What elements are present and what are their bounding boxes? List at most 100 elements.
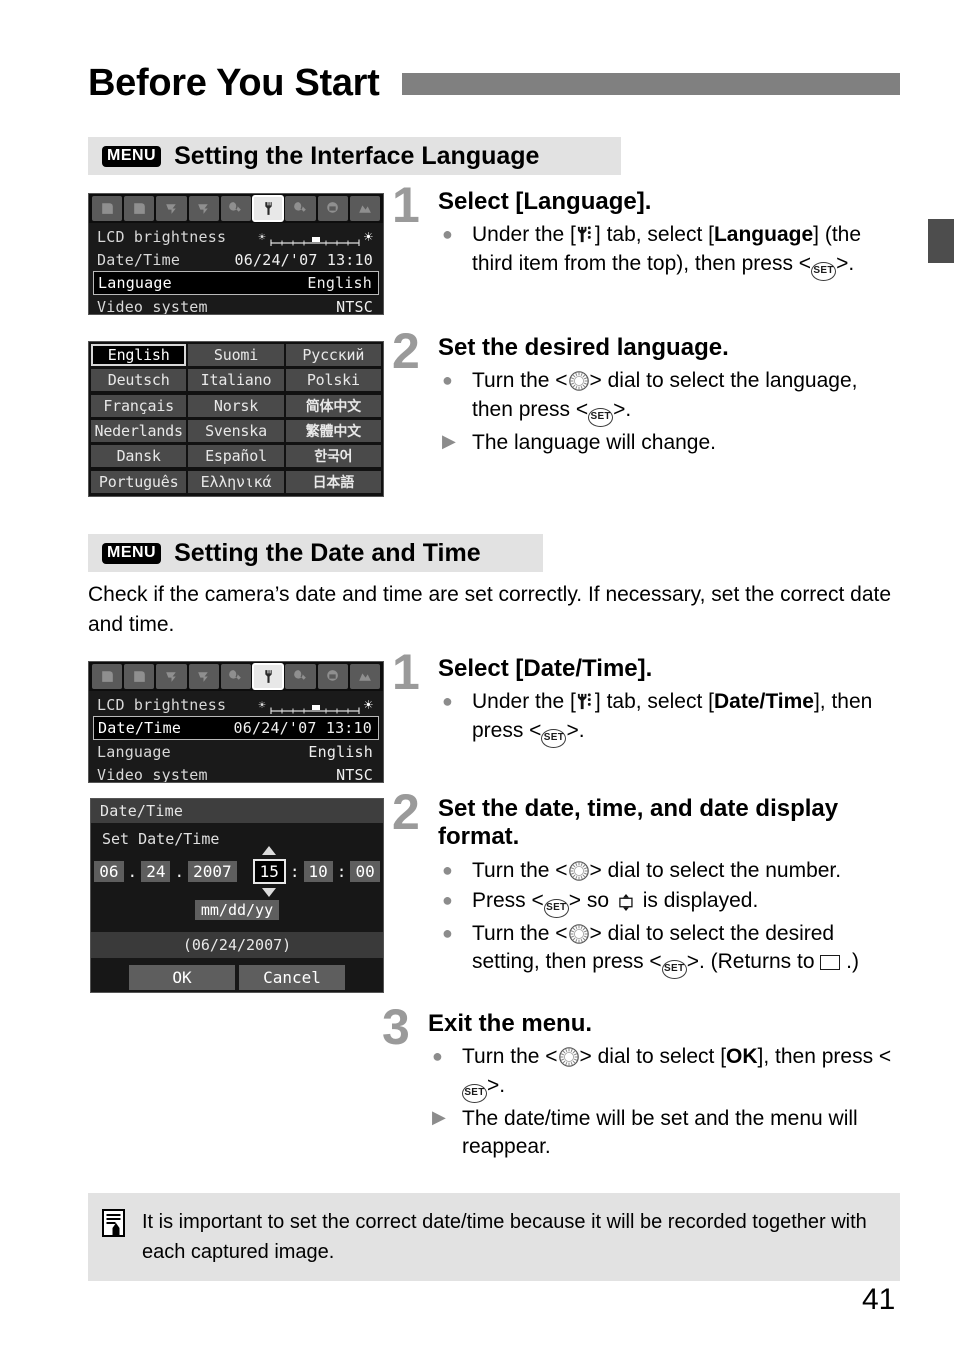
setup1-icon — [229, 202, 242, 212]
lcd-row-label: Video system — [97, 765, 208, 783]
mymenu-icon — [359, 205, 372, 213]
date-preview: (06/24/2007) — [91, 932, 383, 958]
lcd-tab-playback1-icon[interactable] — [156, 196, 187, 221]
lcd-row-label: Video system — [97, 297, 208, 315]
lcd-tab-custom-icon[interactable] — [317, 664, 348, 689]
bullet-item: ▶ The date/time will be set and the menu … — [432, 1106, 858, 1158]
language-option[interactable]: Français — [91, 394, 187, 417]
language-option[interactable]: 한국어 — [285, 445, 381, 468]
lcd-tab-setup1-icon[interactable] — [220, 664, 252, 689]
chapter-rule — [401, 72, 900, 95]
custom-icon — [327, 670, 339, 681]
lcd-tab-setup2-icon[interactable] — [252, 195, 285, 222]
language-option[interactable]: Polski — [285, 369, 381, 392]
lcd-row-value: 06/24/'07 13:10 — [233, 719, 372, 737]
lcd-row-label: Date/Time — [98, 719, 182, 737]
emphasis-text: Language — [713, 223, 814, 247]
result-arrow-icon: ▶ — [442, 430, 456, 451]
lcd-menu-row[interactable]: LCD brightness ☀ ☀ — [89, 225, 383, 248]
bullet-item: ● Turn the < > dial to select the desired … — [438, 920, 902, 980]
lcd-tab-setup2-icon[interactable] — [252, 663, 285, 690]
language-option[interactable]: Italiano — [188, 369, 284, 392]
step-title: Set the desired language. — [438, 334, 729, 361]
lcd-menu-row[interactable]: Date/Time 06/24/'07 13:10 — [93, 716, 379, 740]
month-field[interactable]: 06 — [94, 861, 124, 882]
lcd-tab-mymenu-icon[interactable] — [349, 196, 380, 221]
date-format-row: mm/dd/yy — [91, 900, 383, 920]
ok-button[interactable]: OK — [129, 965, 235, 990]
date-separator: . — [127, 862, 138, 881]
language-option[interactable]: English — [91, 344, 187, 366]
lcd-row-label: Language — [98, 274, 172, 292]
lcd-menu-row[interactable]: Video system NTSC — [89, 295, 383, 315]
language-option[interactable]: Norsk — [188, 394, 284, 417]
language-option[interactable]: 繁體中文 — [285, 419, 381, 442]
wrench-icon — [577, 226, 591, 243]
emphasis-text: OK — [726, 1045, 758, 1069]
lcd-row-label: LCD brightness — [97, 695, 227, 714]
language-option[interactable]: Русский — [285, 344, 381, 366]
language-option[interactable]: Dansk — [91, 445, 187, 468]
sun-small-icon: ☀ — [258, 697, 266, 712]
chapter-header: Before You Start — [88, 62, 900, 105]
lcd-brightness-slider[interactable]: ☀ ☀ — [258, 228, 373, 246]
lcd-tab-shoot1-icon[interactable] — [92, 664, 123, 689]
lcd-tab-playback2-icon[interactable] — [188, 196, 219, 221]
cancel-button[interactable]: Cancel — [239, 965, 345, 990]
lcd-tab-setup3-icon[interactable] — [285, 664, 316, 689]
lcd-tab-setup1-icon[interactable] — [220, 196, 252, 221]
step-title: Exit the menu. — [428, 1010, 593, 1037]
language-option[interactable]: 日本語 — [285, 470, 381, 493]
lcd-brightness-slider[interactable]: ☀ ☀ — [258, 696, 373, 714]
dial-icon — [568, 860, 589, 881]
language-option[interactable]: Deutsch — [91, 369, 187, 392]
lcd-row-label: LCD brightness — [97, 227, 227, 246]
language-option[interactable]: Svenska — [188, 419, 284, 442]
step-datetime-2: 2 Set the date, time, and date display f… — [392, 787, 902, 981]
lcd-menu-row[interactable]: Language English — [89, 740, 383, 763]
language-option[interactable]: Español — [188, 445, 284, 468]
language-option[interactable]: Português — [91, 470, 187, 493]
lcd-tab-playback2-icon[interactable] — [188, 664, 219, 689]
minute-field[interactable]: 10 — [303, 861, 333, 882]
lcd-tab-shoot2-icon[interactable] — [124, 196, 155, 221]
year-field[interactable]: 2007 — [188, 861, 237, 882]
section-heading-datetime: MENU Setting the Date and Time — [88, 534, 543, 572]
setup2-icon — [265, 202, 272, 215]
dialog-subtitle: Set Date/Time — [102, 830, 220, 848]
lcd-row-label: Language — [97, 742, 171, 761]
step-bullets: ● Turn the < > dial to select the number. ●… — [438, 857, 902, 980]
note-text: It is important to set the correct date/… — [142, 1211, 867, 1263]
step-bullets: ● Turn the < > dial to select the language… — [438, 367, 892, 457]
lcd-menu-row[interactable]: LCD brightness ☀ ☀ — [89, 693, 383, 716]
lcd-row-value: NTSC — [336, 297, 373, 315]
shoot2-icon — [134, 671, 145, 682]
hour-field[interactable]: 15 — [252, 859, 286, 884]
lcd-row-value: English — [307, 274, 372, 292]
language-option[interactable]: Nederlands — [91, 419, 187, 442]
bullet-item: ● Turn the < > dial to select [OK], then p… — [428, 1043, 892, 1103]
box-with-arrows-icon — [619, 893, 633, 911]
language-option[interactable]: Suomi — [188, 344, 284, 366]
date-format-field[interactable]: mm/dd/yy — [194, 900, 280, 920]
lcd-tab-custom-icon[interactable] — [317, 196, 348, 221]
set-button-icon: SET — [462, 1083, 487, 1103]
lcd-menu-row[interactable]: Date/Time 06/24/'07 13:10 — [89, 248, 383, 271]
step-number: 2 — [392, 784, 420, 840]
lcd-tab-shoot2-icon[interactable] — [124, 664, 155, 689]
time-separator: : — [289, 862, 300, 881]
lcd-menu-datetime-screenshot: LCD brightness ☀ ☀ Date/Time 06/24/'07 13:10… — [88, 661, 384, 783]
lcd-tab-shoot1-icon[interactable] — [92, 196, 123, 221]
lcd-tab-setup3-icon[interactable] — [285, 196, 316, 221]
lcd-row-value: 06/24/'07 13:10 — [234, 250, 373, 269]
lcd-menu-row[interactable]: Language English — [93, 271, 379, 295]
second-field[interactable]: 00 — [350, 861, 380, 882]
playback1-icon — [166, 204, 176, 214]
language-option[interactable]: 简体中文 — [285, 394, 381, 417]
menu-badge-icon: MENU — [102, 542, 162, 564]
lcd-menu-row[interactable]: Video system NTSC — [89, 763, 383, 783]
day-field[interactable]: 24 — [141, 861, 171, 882]
lcd-tab-playback1-icon[interactable] — [156, 664, 187, 689]
lcd-tab-mymenu-icon[interactable] — [349, 664, 380, 689]
language-option[interactable]: Ελληνικά — [188, 470, 284, 493]
